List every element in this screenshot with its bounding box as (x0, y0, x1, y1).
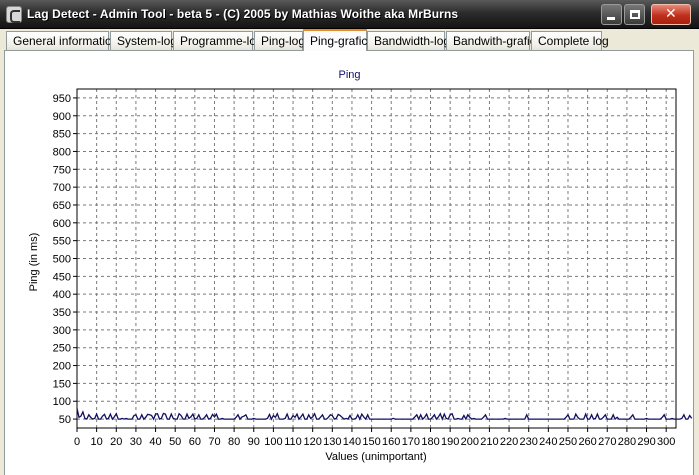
x-tick-label: 40 (149, 436, 161, 448)
y-tick-label: 350 (53, 307, 71, 319)
y-tick-label: 300 (53, 325, 71, 337)
x-tick-label: 300 (657, 436, 675, 448)
x-tick-label: 130 (323, 436, 341, 448)
x-tick-label: 100 (264, 436, 282, 448)
x-tick-label: 240 (539, 436, 557, 448)
y-tick-label: 100 (53, 396, 71, 408)
x-tick-label: 220 (500, 436, 518, 448)
x-tick-label: 290 (637, 436, 655, 448)
plot-frame (76, 88, 677, 429)
y-tick-label: 550 (53, 236, 71, 248)
x-tick-label: 250 (559, 436, 577, 448)
x-tick-label: 60 (189, 436, 201, 448)
x-tick-label: 0 (74, 436, 80, 448)
x-tick-label: 280 (618, 436, 636, 448)
y-tick-label: 800 (53, 146, 71, 158)
y-tick-label: 850 (53, 129, 71, 141)
y-tick-label: 950 (53, 93, 71, 105)
y-tick-label: 900 (53, 111, 71, 123)
x-tick-label: 210 (480, 436, 498, 448)
x-tick-label: 30 (130, 436, 142, 448)
x-tick-label: 90 (248, 436, 260, 448)
ping-series-line (76, 408, 693, 421)
x-tick-label: 200 (461, 436, 479, 448)
x-tick-label: 160 (382, 436, 400, 448)
x-tick-label: 260 (578, 436, 596, 448)
app-window: Lag Detect - Admin Tool - beta 5 - (C) 2… (0, 0, 699, 475)
y-tick-label: 50 (59, 414, 71, 426)
y-tick-label: 150 (53, 378, 71, 390)
y-tick-label: 450 (53, 271, 71, 283)
x-tick-label: 230 (520, 436, 538, 448)
x-tick-label: 270 (598, 436, 616, 448)
x-tick-label: 170 (402, 436, 420, 448)
x-tick-label: 140 (343, 436, 361, 448)
y-tick-label: 650 (53, 200, 71, 212)
x-tick-label: 120 (303, 436, 321, 448)
x-tick-label: 50 (169, 436, 181, 448)
ping-chart: 5010015020025030035040045050055060065070… (53, 88, 693, 448)
x-tick-label: 20 (110, 436, 122, 448)
y-tick-label: 600 (53, 218, 71, 230)
x-tick-label: 190 (441, 436, 459, 448)
y-tick-label: 750 (53, 164, 71, 176)
x-tick-label: 110 (284, 436, 302, 448)
x-tick-label: 150 (362, 436, 380, 448)
x-tick-label: 80 (228, 436, 240, 448)
tab-ping-grafic[interactable]: Ping-grafic (303, 29, 367, 51)
y-tick-label: 400 (53, 289, 71, 301)
y-tick-label: 500 (53, 254, 71, 266)
y-tick-label: 200 (53, 361, 71, 373)
y-tick-label: 700 (53, 182, 71, 194)
y-tick-label: 250 (53, 343, 71, 355)
x-tick-label: 180 (421, 436, 439, 448)
x-tick-label: 10 (91, 436, 103, 448)
x-tick-label: 70 (208, 436, 220, 448)
